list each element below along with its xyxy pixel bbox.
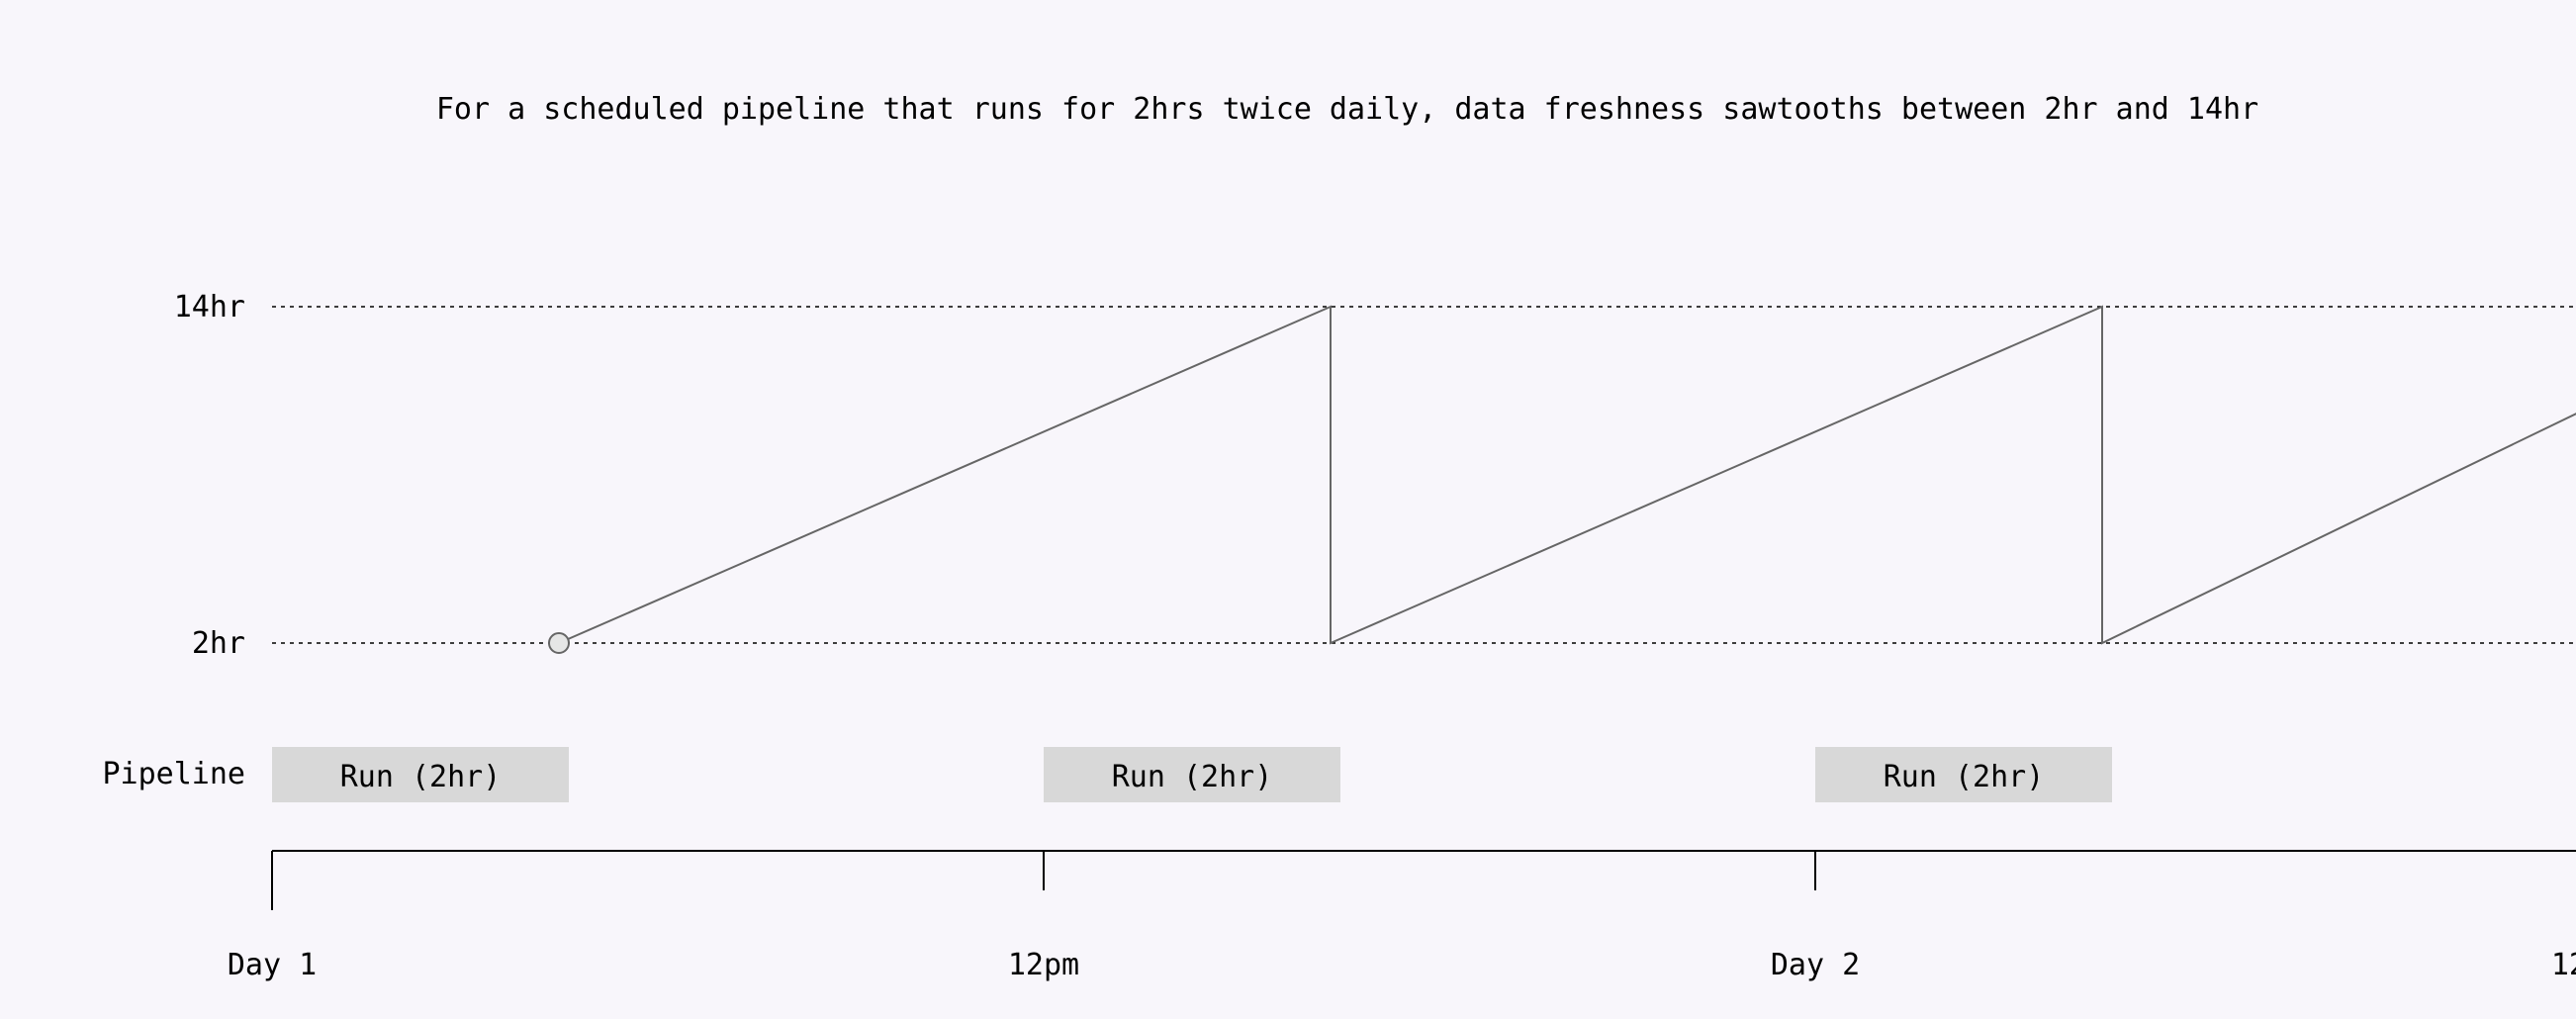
svg-text:Run (2hr): Run (2hr) xyxy=(1112,760,1273,794)
x-axis xyxy=(272,851,2576,910)
run-box-2: Run (2hr) xyxy=(1815,747,2112,802)
svg-text:Run (2hr): Run (2hr) xyxy=(340,760,502,794)
chart-title: For a scheduled pipeline that runs for 2… xyxy=(436,92,2258,127)
run-box-0: Run (2hr) xyxy=(272,747,569,802)
svg-text:Run (2hr): Run (2hr) xyxy=(1884,760,2045,794)
ytick-low: 2hr xyxy=(192,626,245,661)
pipeline-label: Pipeline xyxy=(103,757,246,791)
xtick-1: 12pm xyxy=(1008,948,1079,982)
freshness-line xyxy=(559,307,2576,643)
xtick-0: Day 1 xyxy=(228,948,317,982)
run-box-1: Run (2hr) xyxy=(1044,747,1340,802)
xtick-2: Day 2 xyxy=(1771,948,1860,982)
diagram-svg: For a scheduled pipeline that runs for 2… xyxy=(0,0,2576,1019)
xtick-3: 12pm xyxy=(2551,948,2576,982)
ytick-high: 14hr xyxy=(174,290,245,324)
freshness-start-dot xyxy=(549,633,569,653)
